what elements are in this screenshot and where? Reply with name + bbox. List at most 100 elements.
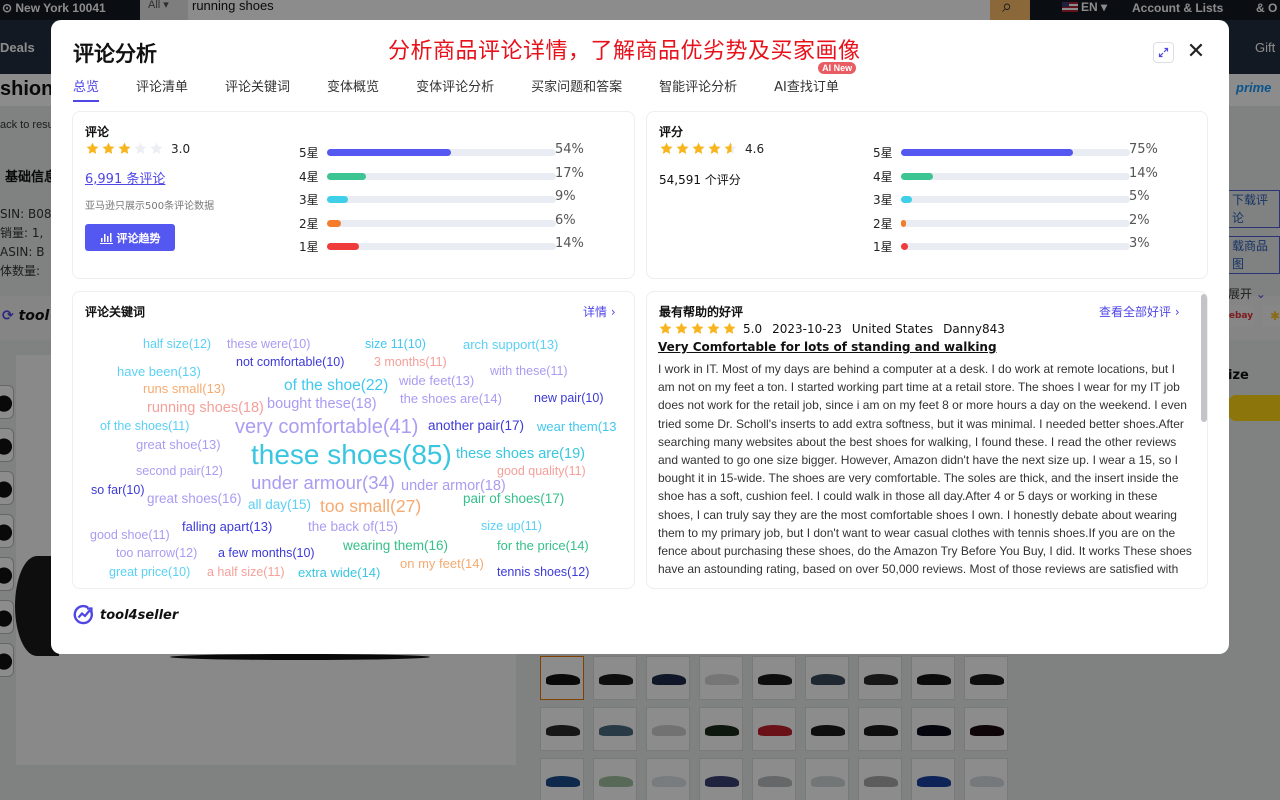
- reviews-star-rating: 3.0: [85, 141, 190, 156]
- keywords-detail-link[interactable]: 详情 ›: [583, 303, 616, 320]
- distribution-bar-fill: [901, 172, 934, 180]
- keyword-tag[interactable]: wide feet(13): [399, 374, 474, 387]
- keywords-heading: 评论关键词: [85, 305, 146, 319]
- distribution-row: 1星 3%: [873, 235, 1193, 259]
- review-rating-value: 5.0: [743, 321, 763, 336]
- keyword-tag[interactable]: so far(10): [91, 484, 145, 497]
- reviews-summary-card: 评论 3.0 6,991 条评论 亚马逊只展示500条评论数据 评论趋势 5星 5…: [72, 111, 635, 279]
- review-author: Danny843: [943, 321, 1005, 336]
- tab-1[interactable]: 评论清单: [136, 76, 188, 102]
- distribution-bar-track: [901, 172, 1130, 180]
- distribution-bar-track: [901, 243, 1130, 251]
- keyword-tag[interactable]: great price(10): [109, 566, 190, 579]
- keyword-tag[interactable]: all day(15): [248, 498, 311, 512]
- keyword-tag[interactable]: of the shoe(22): [284, 378, 388, 394]
- keyword-tag[interactable]: these shoes are(19): [456, 447, 585, 462]
- footer-brand: tool4seller: [73, 604, 178, 626]
- distribution-bar-fill: [327, 243, 360, 251]
- tab-3[interactable]: 变体概览: [327, 76, 379, 102]
- keyword-tag[interactable]: very comfortable(41): [235, 417, 418, 437]
- star-level-label: 5星: [873, 146, 893, 161]
- bar-chart-icon: [99, 232, 113, 244]
- tab-4[interactable]: 变体评论分析: [416, 76, 494, 102]
- keyword-tag[interactable]: a half size(11): [207, 566, 285, 579]
- keyword-tag[interactable]: have been(13): [117, 365, 201, 378]
- close-button[interactable]: ✕: [1186, 40, 1206, 64]
- keyword-tag[interactable]: arch support(13): [463, 338, 558, 351]
- star-level-label: 4星: [873, 169, 893, 184]
- fullscreen-button[interactable]: [1153, 42, 1174, 63]
- keyword-tag[interactable]: half size(12): [143, 338, 211, 351]
- keyword-tag[interactable]: runs small(13): [143, 382, 225, 395]
- tab-5[interactable]: 买家问题和答案: [531, 76, 622, 102]
- star-icons: [85, 141, 165, 156]
- distribution-row: 5星 54%: [299, 141, 619, 165]
- review-scrollbar[interactable]: [1201, 294, 1207, 422]
- tab-label: 总览: [73, 80, 100, 95]
- promo-banner: 分析商品评论详情，了解商品优劣势及买家画像: [388, 39, 861, 64]
- keyword-tag[interactable]: size 11(10): [365, 338, 426, 351]
- tab-label: 评论清单: [136, 80, 189, 95]
- ratings-heading: 评分: [659, 125, 684, 139]
- keyword-tag[interactable]: too small(27): [320, 497, 421, 516]
- distribution-row: 3星 9%: [299, 188, 619, 212]
- distribution-bar-fill: [901, 149, 1073, 157]
- reviews-heading: 评论: [85, 125, 110, 139]
- keyword-tag[interactable]: 3 months(11): [374, 356, 447, 369]
- keyword-tag[interactable]: with these(11): [490, 365, 568, 378]
- keyword-tag[interactable]: wear them(13: [537, 420, 616, 433]
- review-trend-button[interactable]: 评论趋势: [85, 224, 175, 251]
- keyword-tag[interactable]: of the shoes(11): [100, 420, 189, 433]
- keyword-tag[interactable]: too narrow(12): [116, 547, 197, 560]
- keyword-tag[interactable]: pair of shoes(17): [463, 492, 564, 506]
- keyword-tag[interactable]: extra wide(14): [298, 566, 380, 579]
- distribution-bar-fill: [327, 219, 341, 227]
- keyword-tag[interactable]: these shoes(85): [251, 441, 452, 469]
- keyword-tag[interactable]: another pair(17): [428, 419, 524, 433]
- star-icon: [118, 142, 131, 154]
- keyword-tag[interactable]: new pair(10): [534, 392, 603, 405]
- review-distribution: 5星 54% 4星 17% 3星 9% 2星 6% 1星 14%: [299, 141, 619, 259]
- star-icon: [102, 142, 115, 154]
- keyword-tag[interactable]: these were(10): [227, 338, 310, 351]
- tab-2[interactable]: 评论关键词: [225, 76, 290, 102]
- keyword-tag[interactable]: wearing them(16): [343, 539, 448, 553]
- keyword-tag[interactable]: under armour(34): [251, 473, 395, 493]
- review-title: Very Comfortable for lots of standing an…: [658, 340, 997, 354]
- star-icon: [691, 322, 704, 334]
- tool4seller-logo-icon: [73, 604, 93, 625]
- keyword-cloud: half size(12) these were(10) size 11(10) ar…: [73, 332, 634, 588]
- distribution-row: 3星 5%: [873, 188, 1193, 212]
- keyword-tag[interactable]: bought these(18): [267, 397, 377, 412]
- star-level-label: 1星: [873, 240, 893, 255]
- keyword-tag[interactable]: great shoe(13): [136, 438, 221, 451]
- keyword-tag[interactable]: falling apart(13): [182, 520, 272, 533]
- keyword-tag[interactable]: second pair(12): [136, 465, 223, 478]
- keyword-tag[interactable]: good shoe(11): [90, 529, 170, 542]
- star-level-label: 3星: [299, 193, 319, 208]
- tab-label: AI查找订单: [774, 80, 839, 95]
- keyword-tag[interactable]: a few months(10): [218, 547, 315, 560]
- star-level-label: 1星: [299, 240, 319, 255]
- view-all-positive-link[interactable]: 查看全部好评 ›: [1099, 303, 1180, 320]
- tab-7[interactable]: AI查找订单 AI New: [774, 62, 857, 102]
- keyword-tag[interactable]: size up(11): [481, 520, 542, 533]
- keyword-tag[interactable]: the back of(15): [308, 520, 398, 534]
- keyword-tag[interactable]: the shoes are(14): [400, 392, 502, 405]
- keyword-tag[interactable]: on my feet(14): [400, 557, 484, 570]
- keyword-tag[interactable]: not comfortable(10): [236, 356, 344, 369]
- distribution-bar-fill: [901, 196, 913, 204]
- ai-new-badge: AI New: [818, 62, 857, 74]
- keyword-tag[interactable]: tennis shoes(12): [497, 566, 589, 579]
- tab-0[interactable]: 总览: [73, 76, 100, 102]
- keyword-tag[interactable]: great shoes(16): [147, 492, 242, 506]
- keyword-tag[interactable]: running shoes(18): [147, 401, 264, 416]
- keyword-tag[interactable]: good quality(11): [497, 465, 586, 478]
- distribution-bar-track: [327, 219, 556, 227]
- star-icon: [724, 142, 737, 154]
- review-count-link[interactable]: 6,991 条评论: [85, 168, 165, 187]
- tab-6[interactable]: 智能评论分析: [659, 76, 737, 102]
- keyword-tag[interactable]: for the price(14): [497, 539, 589, 552]
- distribution-bar-track: [327, 172, 556, 180]
- tab-label: 买家问题和答案: [531, 80, 623, 95]
